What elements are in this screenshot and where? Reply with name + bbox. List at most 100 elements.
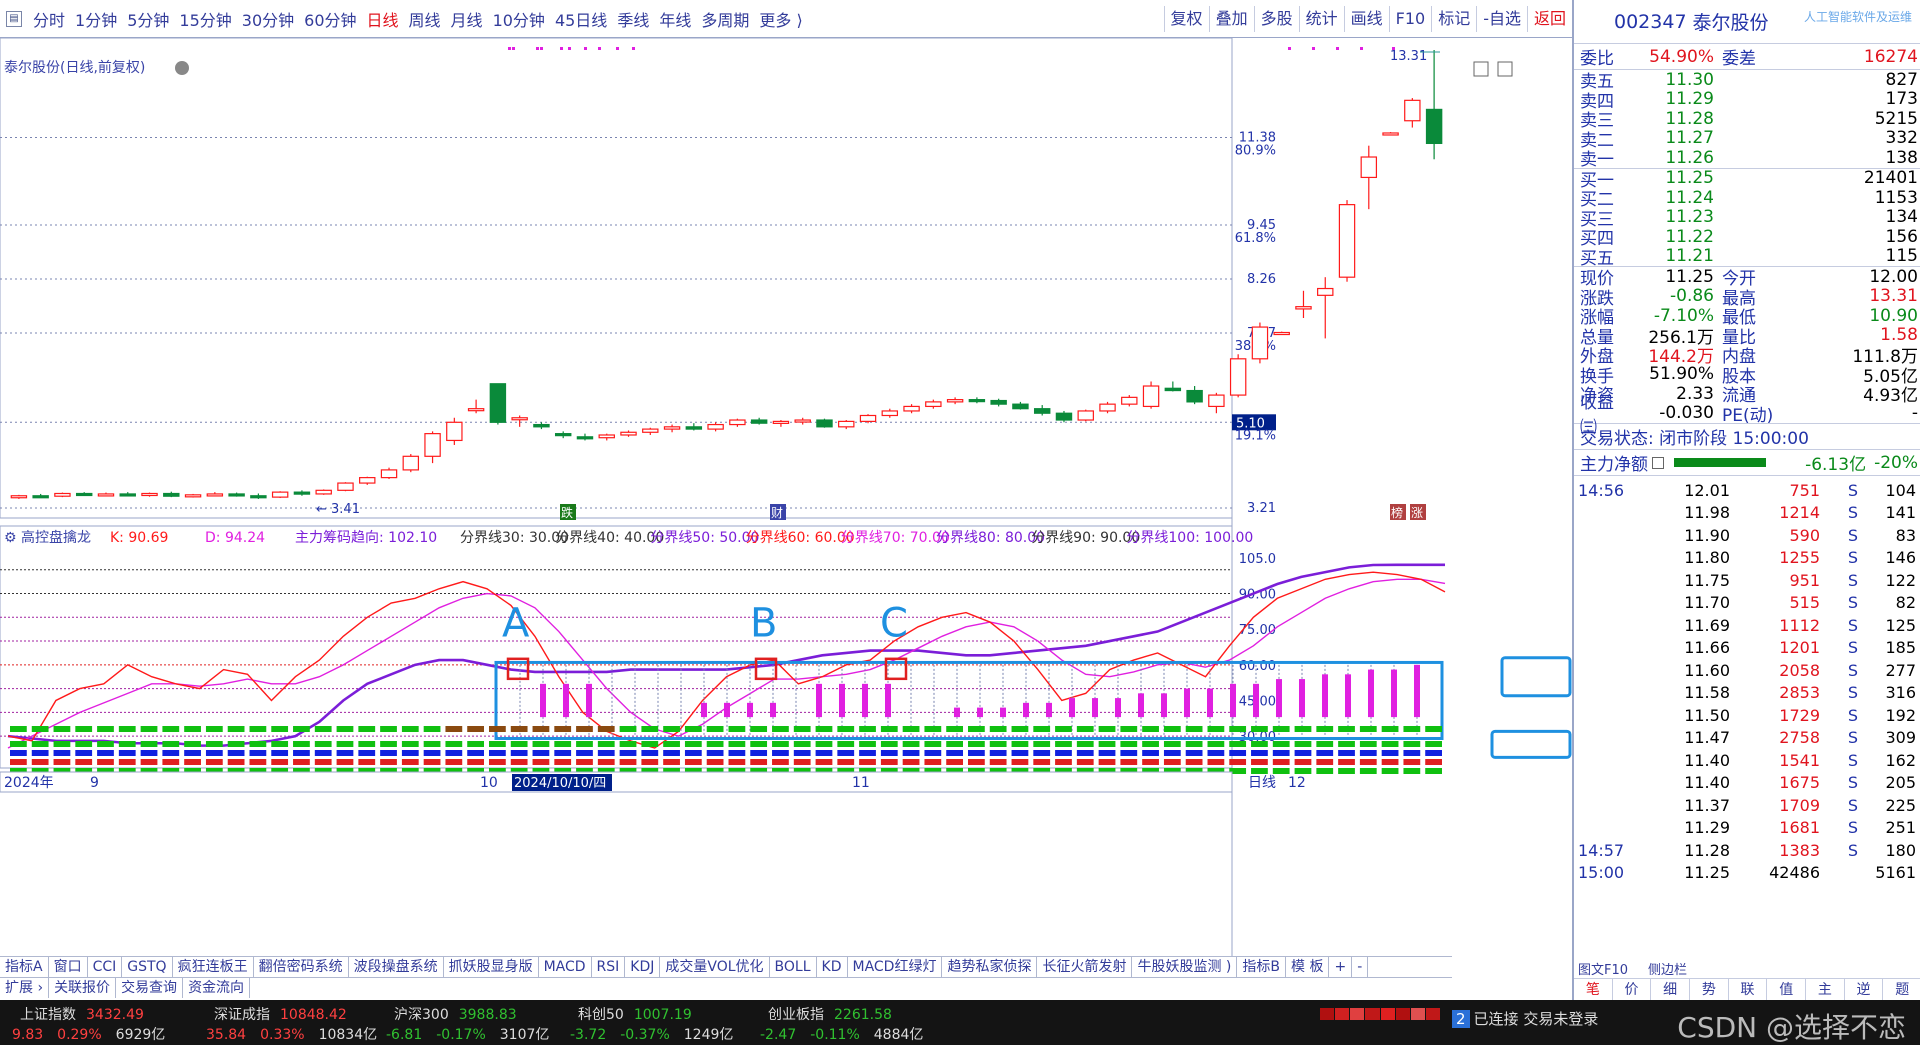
indicator-tab-15[interactable]: 趋势私家侦探 — [942, 957, 1038, 977]
period-tab-14[interactable]: 更多 ⟩ — [754, 7, 807, 31]
tick-time: 15:00 — [1578, 863, 1625, 883]
tool-button-7[interactable]: -自选 — [1476, 5, 1527, 32]
tick-list[interactable]: 14:56 12.01 751 S 104 11.98 1214 S 141 11.90 590 S 8… — [1574, 476, 1920, 884]
index-3[interactable]: 科创50 1007.19 — [578, 1004, 692, 1024]
chart-canvas[interactable]: 11.3880.9%9.4561.8%8.267.0738.2%5.1019.1… — [0, 38, 1572, 956]
indicator-tab-14[interactable]: MACD红绿灯 — [848, 957, 943, 977]
panel-tab-1[interactable]: 价 — [1613, 979, 1652, 1000]
period-tab-4[interactable]: 30分钟 — [237, 7, 299, 31]
indicator-tab-5[interactable]: 翻倍密码系统 — [254, 957, 349, 977]
indicator-tab-1[interactable]: 窗口 — [49, 957, 88, 977]
indicator-tab-11[interactable]: 成交量VOL优化 — [660, 957, 770, 977]
marker-dot-0 — [512, 47, 515, 50]
indicator-bar-33 — [1276, 679, 1282, 718]
indicator-tab-18[interactable]: 指标B — [1237, 957, 1286, 977]
indicator-tab-4[interactable]: 疯狂连板王 — [173, 957, 254, 977]
panel-tab-3[interactable]: 势 — [1690, 979, 1729, 1000]
period-tab-8[interactable]: 月线 — [446, 7, 488, 31]
index-0[interactable]: 上证指数 3432.49 — [20, 1004, 144, 1024]
tool-button-5[interactable]: F10 — [1388, 5, 1432, 32]
connection-status[interactable]: 2 已连接 交易未登录 — [1452, 1008, 1598, 1029]
period-tab-3[interactable]: 15分钟 — [174, 7, 236, 31]
tool-button-4[interactable]: 画线 — [1343, 5, 1389, 32]
signal-square-2-57 — [1251, 750, 1268, 756]
panel-tab-7[interactable]: 逆 — [1845, 979, 1884, 1000]
indicator-tab-9[interactable]: RSI — [592, 957, 626, 977]
period-tab-1[interactable]: 1分钟 — [70, 7, 122, 31]
index-4[interactable]: 创业板指 2261.58 — [768, 1004, 892, 1024]
index-2[interactable]: 沪深300 3988.83 — [394, 1004, 517, 1024]
indicator-tab-17[interactable]: 牛股妖股监测 ) — [1132, 957, 1238, 977]
period-tab-2[interactable]: 5分钟 — [122, 7, 174, 31]
signal-square-0-39 — [859, 726, 876, 732]
panel-tab-0[interactable]: 笔 — [1574, 979, 1613, 1000]
extension-tab-3[interactable]: 资金流向 — [183, 978, 251, 998]
signal-square-3-9 — [205, 759, 223, 765]
indicator-tab-21[interactable]: - — [1352, 957, 1369, 977]
indicator-tab-0[interactable]: 指标A — [0, 957, 49, 977]
indicator-tab-12[interactable]: BOLL — [770, 957, 817, 977]
indicator-bar-21 — [1000, 707, 1006, 718]
period-tab-11[interactable]: 季线 — [612, 7, 654, 31]
tool-button-3[interactable]: 统计 — [1298, 5, 1344, 32]
panel-tab-6[interactable]: 主 — [1806, 979, 1845, 1000]
signal-square-2-24 — [532, 750, 550, 756]
signal-square-0-0 — [10, 726, 27, 732]
sidebar-toggle[interactable]: 侧边栏 — [1648, 959, 1687, 978]
signal-square-1-12 — [271, 741, 289, 747]
panel-tab-8[interactable]: 题 — [1883, 979, 1920, 1000]
signal-square-0-20 — [445, 726, 463, 732]
extension-tab-1[interactable]: 关联报价 — [49, 978, 117, 998]
tool-button-2[interactable]: 多股 — [1253, 5, 1299, 32]
signal-square-3-0 — [10, 759, 27, 765]
menu-icon[interactable]: ▤ — [6, 10, 22, 27]
indicator-tab-16[interactable]: 长征火箭发射 — [1037, 957, 1133, 977]
indicator-tab-19[interactable]: 模 板 — [1286, 957, 1330, 977]
period-tab-7[interactable]: 周线 — [404, 7, 446, 31]
period-tab-5[interactable]: 60分钟 — [299, 7, 361, 31]
sell-level-1: 卖一 11.26 138 — [1574, 148, 1920, 171]
period-tab-10[interactable]: 45日线 — [550, 7, 612, 31]
period-tab-12[interactable]: 年线 — [654, 7, 696, 31]
index-name-3: 科创50 — [578, 1007, 624, 1023]
panel-tab-2[interactable]: 细 — [1651, 979, 1691, 1000]
tool-button-1[interactable]: 叠加 — [1208, 5, 1254, 32]
index-1[interactable]: 深证成指 10848.42 — [214, 1004, 347, 1024]
signal-square-1-51 — [1120, 741, 1138, 747]
candle-body-33 — [729, 419, 746, 426]
tool-button-8[interactable]: 返回 — [1526, 5, 1572, 32]
period-tab-0[interactable]: 分时 — [28, 7, 70, 31]
period-tab-13[interactable]: 多周期 — [696, 7, 754, 31]
tool-button-6[interactable]: 标记 — [1431, 5, 1476, 32]
signal-square-1-38 — [837, 741, 855, 747]
signal-square-1-23 — [510, 741, 528, 747]
weibi-row: 委比 54.90% 委差 16274 — [1574, 44, 1920, 70]
candle-body-64 — [1404, 99, 1421, 122]
candle-body-61 — [1338, 204, 1356, 278]
indicator-name: ⚙ 高控盘擒龙 — [4, 529, 91, 546]
extension-tab-0[interactable]: 扩展 › — [0, 978, 50, 998]
main-net-pct: -20% — [1874, 452, 1918, 473]
indicator-tab-6[interactable]: 波段操盘系统 — [349, 957, 444, 977]
signal-square-3-50 — [1098, 759, 1116, 765]
tick-price: 11.60 — [1684, 660, 1730, 680]
signal-square-4-57 — [1251, 768, 1268, 774]
f10-link[interactable]: 图文F10 — [1578, 959, 1628, 978]
indicator-tab-10[interactable]: KDJ — [625, 957, 661, 977]
indicator-tab-20[interactable]: + — [1329, 957, 1353, 977]
panel-tab-4[interactable]: 联 — [1729, 979, 1768, 1000]
tick-row-11: 11.47 2758 S 309 — [1574, 727, 1920, 750]
indicator-tab-8[interactable]: MACD — [539, 957, 592, 977]
indicator-tab-2[interactable]: CCI — [88, 957, 123, 977]
period-tab-6[interactable]: 日线 — [362, 7, 404, 31]
extension-tab-2[interactable]: 交易查询 — [116, 978, 184, 998]
tick-row-5: 11.70 515 S 82 — [1574, 592, 1920, 615]
panel-tab-5[interactable]: 值 — [1767, 979, 1807, 1000]
indicator-tab-13[interactable]: KD — [817, 957, 848, 977]
tool-button-0[interactable]: 复权 — [1163, 5, 1209, 32]
indicator-tab-7[interactable]: 抓妖股显身版 — [444, 957, 539, 977]
candle-body-42 — [925, 401, 942, 408]
main-net-icon[interactable] — [1652, 456, 1664, 469]
period-tab-9[interactable]: 10分钟 — [488, 7, 550, 31]
indicator-tab-3[interactable]: GSTQ — [122, 957, 173, 977]
